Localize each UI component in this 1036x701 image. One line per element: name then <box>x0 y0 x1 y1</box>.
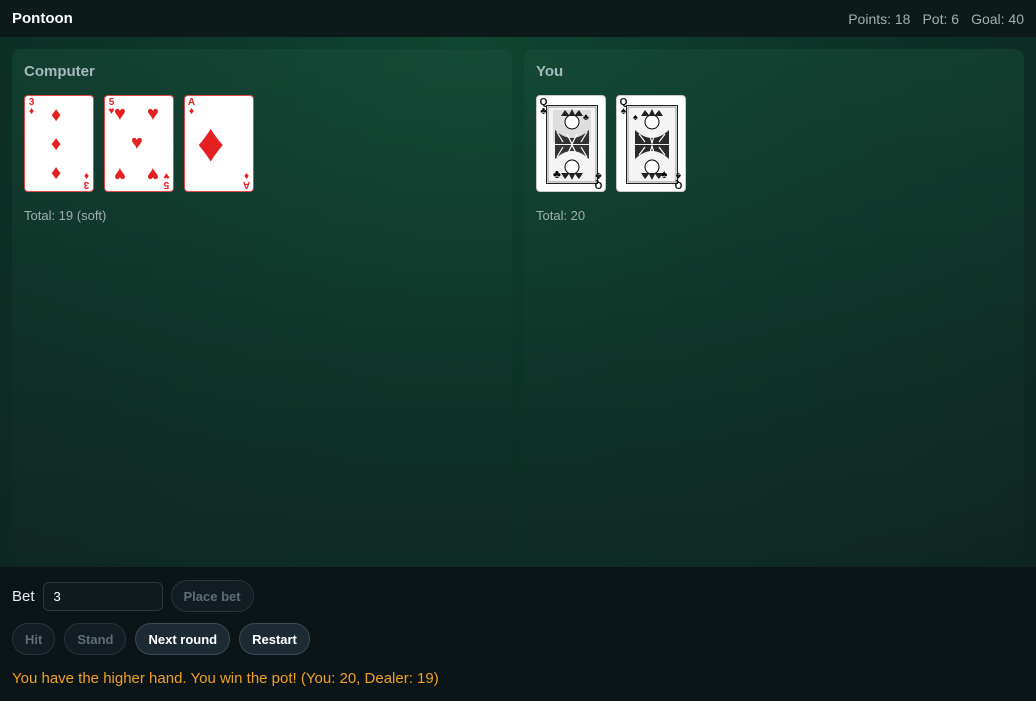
playing-card: Q ♣ ♣ ♣ Q ♣ <box>536 95 606 192</box>
bet-input[interactable] <box>42 581 163 611</box>
stats-group: Points: 18 Pot: 6 Goal: 40 <box>848 11 1024 27</box>
player-panel: You Q ♣ ♣ ♣ Q ♣ Q ♠ ♠ ♠ Q ♠ Total: 20 <box>524 49 1024 554</box>
diamond-icon: ♦ <box>51 133 62 155</box>
hit-button[interactable]: Hit <box>12 623 56 655</box>
diamond-icon: ♦ <box>51 104 62 126</box>
card-table: Computer 3♦ ♦ ♦ ♦ 3♦ 5♥ ♥ ♥ ♥ ♥ ♥ 5♥ <box>0 37 1036 567</box>
app-title: Pontoon <box>12 10 73 27</box>
playing-card: A ♦ ♦ A ♦ <box>184 95 254 192</box>
points-stat: Points: 18 <box>848 10 911 27</box>
card-suit-icon: ♣ <box>595 170 602 181</box>
action-row: Hit Stand Next round Restart <box>12 623 310 655</box>
player-cards: Q ♣ ♣ ♣ Q ♣ Q ♠ ♠ ♠ Q ♠ <box>536 95 1012 192</box>
svg-text:♠: ♠ <box>633 112 638 122</box>
queen-face-icon: ♣ ♣ <box>546 105 598 184</box>
playing-card: Q ♠ ♠ ♠ Q ♠ <box>616 95 686 192</box>
stand-button[interactable]: Stand <box>64 623 127 655</box>
player-total: Total: 20 <box>536 208 586 223</box>
svg-text:♣: ♣ <box>583 112 589 122</box>
card-suit-icon: ♦ <box>83 170 90 181</box>
restart-button[interactable]: Restart <box>239 623 310 655</box>
svg-text:♠: ♠ <box>661 167 668 181</box>
dealer-total: Total: 19 (soft) <box>24 208 107 223</box>
top-bar: Pontoon Points: 18 Pot: 6 Goal: 40 <box>0 0 1036 37</box>
svg-text:♣: ♣ <box>553 167 561 181</box>
card-suit-icon: ♦ <box>188 106 195 117</box>
heart-icon: ♥ <box>114 103 126 125</box>
card-suit-icon: ♥ <box>163 170 170 181</box>
goal-stat: Goal: 40 <box>971 10 1024 27</box>
card-suit-icon: ♠ <box>675 170 682 181</box>
diamond-icon: ♦ <box>197 113 225 173</box>
place-bet-button[interactable]: Place bet <box>170 580 254 612</box>
dealer-title: Computer <box>24 63 95 80</box>
result-message: You have the higher hand. You win the po… <box>12 670 439 687</box>
bet-label: Bet <box>12 587 35 605</box>
pot-stat: Pot: 6 <box>922 10 960 27</box>
heart-icon: ♥ <box>114 163 126 185</box>
heart-icon: ♥ <box>147 103 159 125</box>
card-suit-icon: ♦ <box>28 106 35 117</box>
dealer-panel: Computer 3♦ ♦ ♦ ♦ 3♦ 5♥ ♥ ♥ ♥ ♥ ♥ 5♥ <box>12 49 512 554</box>
controls-bar: Bet Place bet Hit Stand Next round Resta… <box>0 567 1036 701</box>
heart-icon: ♥ <box>131 132 143 154</box>
card-suit-icon: ♦ <box>243 170 250 181</box>
dealer-cards: 3 ♦ ♦ ♦ ♦ 3 ♦ 5 ♥ ♥ ♥ ♥ ♥ ♥ 5 ♥ A ♦ ♦ A ♦ <box>24 95 500 192</box>
playing-card: 5 ♥ ♥ ♥ ♥ ♥ ♥ 5 ♥ <box>104 95 174 192</box>
bet-row: Bet Place bet <box>12 580 254 612</box>
player-title: You <box>536 63 564 80</box>
diamond-icon: ♦ <box>51 162 62 184</box>
queen-face-icon: ♠ ♠ <box>626 105 678 184</box>
playing-card: 3 ♦ ♦ ♦ ♦ 3 ♦ <box>24 95 94 192</box>
heart-icon: ♥ <box>147 163 159 185</box>
next-round-button[interactable]: Next round <box>135 623 231 655</box>
